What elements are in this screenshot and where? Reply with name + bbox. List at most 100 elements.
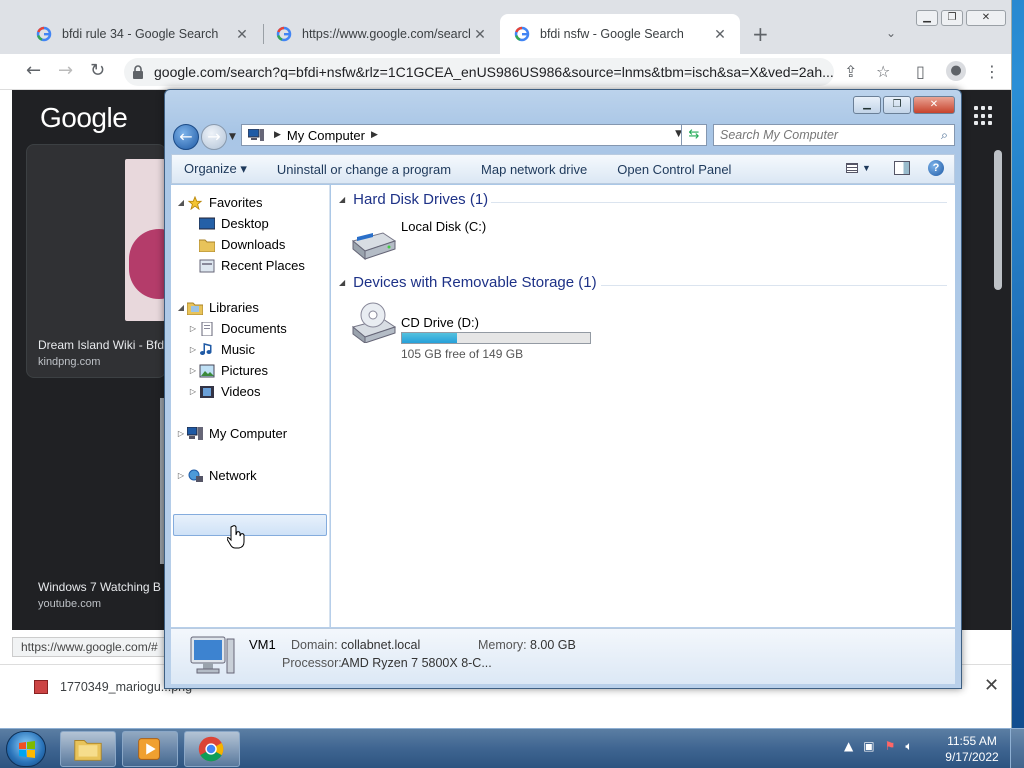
expanded-triangle-icon[interactable]: ◢ [175,303,187,312]
close-window-button[interactable]: ✕ [966,10,1006,26]
open-control-panel-button[interactable]: Open Control Panel [617,162,731,177]
search-input[interactable]: Search My Computer ⌕ [713,124,955,146]
back-arrow-icon[interactable]: ← [26,62,41,80]
breadcrumb-my-computer[interactable]: My Computer [287,128,365,143]
local-disk-item[interactable]: Local Disk (C:) [345,219,605,269]
nav-my-computer[interactable]: ▷ My Computer [175,426,287,441]
maximize-button[interactable]: ❐ [883,96,911,114]
restore-button[interactable]: ❐ [941,10,963,26]
result-caption[interactable]: Windows 7 Watching B [38,580,161,594]
clock[interactable]: 11:55 AM 9/17/2022 [940,733,1004,765]
system-tray: ▲ ▣ ⚑ 🔈︎ [844,739,913,754]
collapsed-triangle-icon[interactable]: ▷ [187,324,199,333]
history-dropdown-icon[interactable]: ▼ [229,132,236,142]
google-logo[interactable]: Google [40,102,128,134]
url-text: google.com/search?q=bfdi+nsfw&rlz=1C1GCE… [154,64,834,80]
volume-icon[interactable]: 🔈︎ [905,739,912,754]
group-header-removable[interactable]: ◢ Devices with Removable Storage (1) [339,274,597,291]
memory-label: Memory: [478,638,527,652]
map-network-drive-button[interactable]: Map network drive [481,162,587,177]
refresh-icon[interactable]: ⇆ [681,124,707,146]
minimize-button[interactable]: ▁ [853,96,881,114]
memory-value: 8.00 GB [530,638,576,652]
tab-search-chevron-icon[interactable]: ⌄ [886,26,896,40]
tab-bfdi-nsfw[interactable]: bfdi nsfw - Google Search ✕ [500,14,740,54]
chrome-menu-icon[interactable]: ⋮ [984,62,1000,81]
share-icon[interactable]: ⇪ [844,62,857,81]
new-tab-button[interactable]: + [752,24,769,44]
documents-icon [201,321,213,336]
collapse-group-icon[interactable]: ◢ [339,195,345,204]
result-caption[interactable]: Dream Island Wiki - Bfdi [38,338,167,352]
reload-icon[interactable]: ↻ [90,62,105,80]
hard-drive-icon [351,232,397,261]
breadcrumb-arrow-icon[interactable]: ▶ [371,130,378,140]
network-tray-icon[interactable]: ▣ [863,739,874,754]
nav-label: My Computer [209,426,288,441]
status-url-bubble: https://www.google.com/# [12,637,167,657]
help-icon[interactable]: ? [928,160,944,176]
nav-libraries[interactable]: ◢ Libraries [175,300,259,315]
collapse-group-icon[interactable]: ◢ [339,278,345,287]
processor-label: Processor: [282,656,342,670]
address-bar[interactable]: google.com/search?q=bfdi+nsfw&rlz=1C1GCE… [124,58,834,86]
nav-label: Downloads [221,237,286,252]
taskbar-media-player-button[interactable] [122,731,178,767]
action-center-flag-icon[interactable]: ⚑ [885,739,896,754]
start-button[interactable] [6,731,46,767]
close-tab-icon[interactable]: ✕ [232,26,252,43]
close-shelf-icon[interactable]: ✕ [984,675,999,696]
back-button[interactable]: ← [173,124,199,150]
nav-label: Documents [221,321,287,336]
collapsed-triangle-icon[interactable]: ▷ [187,366,199,375]
google-apps-icon[interactable] [974,106,994,126]
close-tab-icon[interactable]: ✕ [710,26,730,43]
nav-videos[interactable]: ▷ Videos [187,384,261,399]
group-header-hard-disks[interactable]: ◢ Hard Disk Drives (1) [339,191,488,208]
collapsed-triangle-icon[interactable]: ▷ [187,345,199,354]
side-panel-icon[interactable]: ▯ [916,62,925,81]
page-scrollbar[interactable] [992,120,1004,620]
minimize-button[interactable]: ▁ [916,10,938,26]
close-button[interactable]: ✕ [913,96,955,114]
libraries-icon [187,302,203,315]
computer-large-icon [190,636,235,674]
cd-drive-item[interactable]: CD Drive (D:) [345,301,545,351]
collapsed-triangle-icon[interactable]: ▷ [187,387,199,396]
bookmark-star-icon[interactable]: ☆ [876,62,890,81]
forward-arrow-icon[interactable]: → [58,62,73,80]
show-desktop-button[interactable] [1010,729,1024,768]
show-hidden-icons-icon[interactable]: ▲ [844,739,853,754]
taskbar-explorer-button[interactable] [60,731,116,767]
navigation-pane: ◢ Favorites Desktop Downloads Recent Pla… [171,185,330,627]
chrome-window-controls: ▁ ❐ ✕ [916,10,1006,26]
nav-favorites[interactable]: ◢ Favorites [175,195,263,210]
profile-avatar-icon[interactable]: ● [946,61,966,81]
nav-recent-places[interactable]: Recent Places [187,258,305,273]
preview-pane-icon[interactable] [894,161,910,175]
nav-documents[interactable]: ▷ Documents [187,321,287,336]
tab-google-search-url[interactable]: https://www.google.com/search? ✕ [262,14,500,54]
result-thumbnail[interactable] [125,159,165,321]
change-view-icon[interactable]: ▼ [846,160,876,176]
nav-label: Music [221,342,255,357]
nav-desktop[interactable]: Desktop [187,216,269,231]
nav-pictures[interactable]: ▷ Pictures [187,363,268,378]
nav-music[interactable]: ▷ Music [187,342,255,357]
taskbar-chrome-button[interactable] [184,731,240,767]
explorer-address-bar[interactable]: ▶ My Computer ▶ ▼ [241,124,689,146]
nav-network[interactable]: ▷ Network [175,468,257,483]
breadcrumb-arrow-icon[interactable]: ▶ [274,130,281,140]
processor-value: AMD Ryzen 7 5800X 8-C... [341,656,492,670]
uninstall-program-button[interactable]: Uninstall or change a program [277,162,451,177]
organize-button[interactable]: Organize ▾ [184,161,247,177]
tab-bfdi-rule34[interactable]: bfdi rule 34 - Google Search ✕ [22,14,262,54]
expanded-triangle-icon[interactable]: ◢ [175,198,187,207]
forward-button[interactable]: → [201,124,227,150]
nav-downloads[interactable]: Downloads [187,237,285,252]
collapsed-triangle-icon[interactable]: ▷ [175,471,187,480]
search-icon[interactable]: ⌕ [941,128,948,142]
close-tab-icon[interactable]: ✕ [470,26,490,43]
collapsed-triangle-icon[interactable]: ▷ [175,429,187,438]
folder-icon [74,740,102,761]
